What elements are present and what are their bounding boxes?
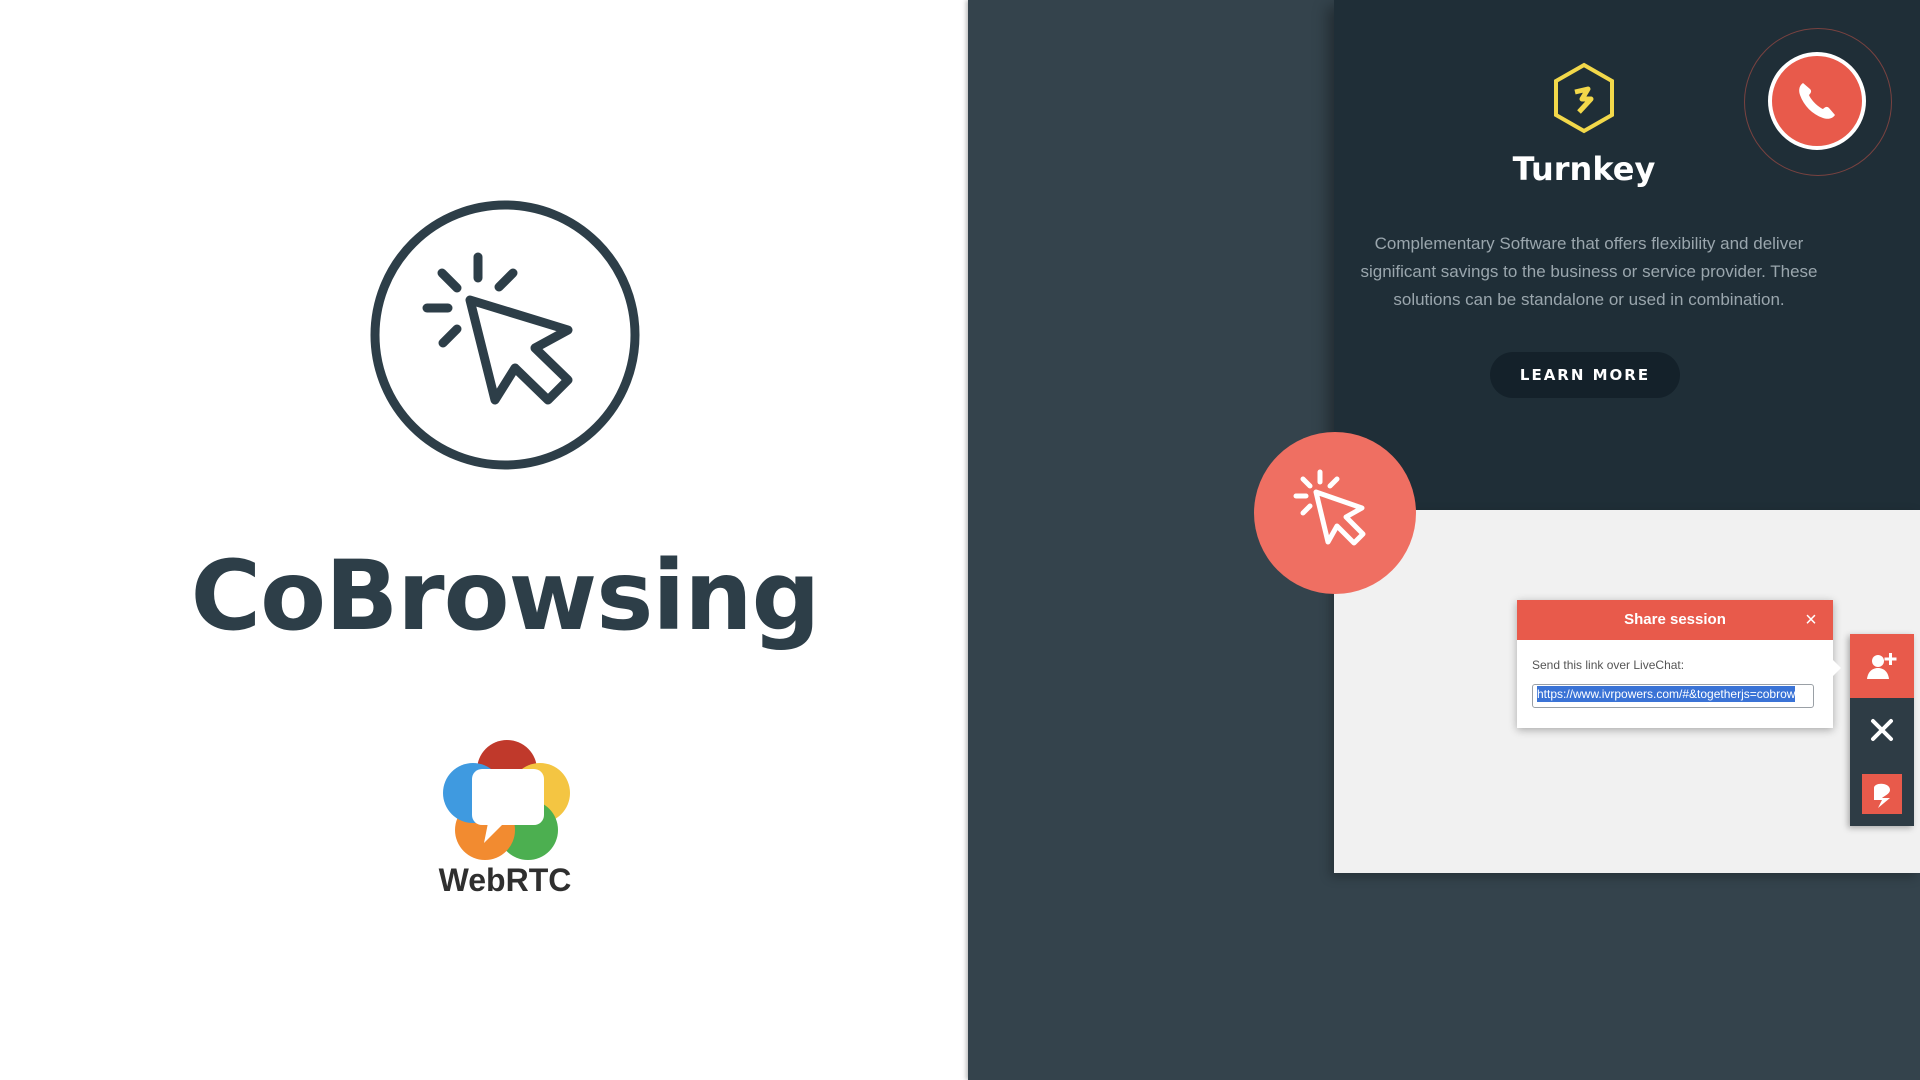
promo-panel: CoBrowsing WebRTC bbox=[0, 0, 968, 1080]
add-user-icon bbox=[1867, 653, 1897, 679]
close-icon[interactable]: × bbox=[1801, 610, 1821, 630]
end-session-button[interactable] bbox=[1850, 698, 1914, 762]
dialog-title: Share session bbox=[1624, 611, 1726, 628]
dialog-header: Share session × bbox=[1517, 600, 1833, 640]
learn-more-button[interactable]: LEARN MORE bbox=[1490, 352, 1680, 398]
cursor-click-icon bbox=[1293, 469, 1366, 546]
brand-logo-icon bbox=[1862, 774, 1902, 814]
site-description: Complementary Software that offers flexi… bbox=[1360, 234, 1818, 309]
call-button[interactable] bbox=[1768, 52, 1866, 150]
product-title: CoBrowsing bbox=[190, 540, 821, 652]
site-header-card: Turnkey Complementary Software that offe… bbox=[1334, 0, 1920, 510]
phone-icon bbox=[1799, 83, 1835, 119]
share-link-label: Send this link over LiveChat: bbox=[1532, 658, 1685, 672]
cursor-click-icon bbox=[370, 200, 640, 470]
cobrowse-toolbar bbox=[1850, 634, 1914, 826]
brand-logo-button[interactable] bbox=[1850, 762, 1914, 826]
share-session-dialog: Share session × Send this link over Live… bbox=[1517, 600, 1841, 728]
share-link-value: https://www.ivrpowers.com/#&togetherjs=c… bbox=[1537, 686, 1796, 702]
site-title: Turnkey bbox=[1512, 150, 1656, 188]
turnkey-hex-logo-icon bbox=[1554, 62, 1614, 134]
close-icon bbox=[1871, 719, 1893, 741]
cobrowse-badge[interactable] bbox=[1254, 432, 1416, 594]
add-user-button[interactable] bbox=[1850, 634, 1914, 698]
share-link-field[interactable]: https://www.ivrpowers.com/#&togetherjs=c… bbox=[1532, 684, 1814, 708]
webrtc-logo-icon bbox=[443, 740, 570, 860]
webrtc-label: WebRTC bbox=[438, 862, 572, 898]
